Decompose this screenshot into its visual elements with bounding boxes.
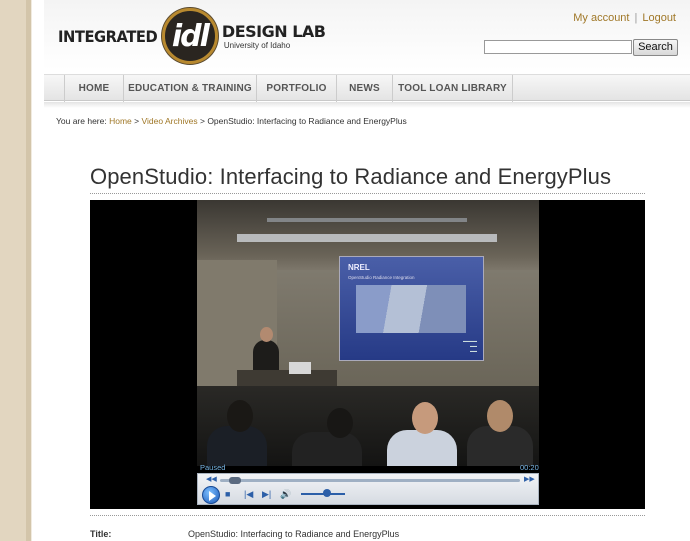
nav-item-tool-loan-library[interactable]: TOOL LOAN LIBRARY xyxy=(393,75,513,102)
breadcrumb-home-link[interactable]: Home xyxy=(109,116,132,126)
rewind-icon[interactable]: ◀◀ xyxy=(206,475,217,483)
main-nav: HOME EDUCATION & TRAINING PORTFOLIO NEWS… xyxy=(44,74,690,102)
breadcrumb: You are here: Home > Video Archives > Op… xyxy=(56,116,407,126)
seek-thumb[interactable] xyxy=(229,477,241,484)
breadcrumb-current: OpenStudio: Interfacing to Radiance and … xyxy=(207,116,407,126)
slide-caption-lines: ▬▬▬▬ ▬▬ ▬▬ xyxy=(463,339,477,353)
volume-icon[interactable]: 🔊 xyxy=(280,489,291,499)
fast-forward-icon[interactable]: ▶▶ xyxy=(524,475,535,483)
audience-member xyxy=(387,430,457,466)
my-account-link[interactable]: My account xyxy=(573,12,629,24)
volume-thumb[interactable] xyxy=(323,489,332,497)
nav-item-home[interactable]: HOME xyxy=(64,75,124,102)
next-icon[interactable]: ▶| xyxy=(262,489,271,499)
logo-mark: idl xyxy=(161,8,218,64)
playback-time: 00:20 xyxy=(520,463,539,472)
audience-member-head xyxy=(327,408,353,438)
nav-item-education-training[interactable]: EDUCATION & TRAINING xyxy=(124,75,257,102)
meta-divider xyxy=(90,515,645,516)
meta-title-value: OpenStudio: Interfacing to Radiance and … xyxy=(188,529,400,539)
slide-image xyxy=(356,285,466,333)
audience-member-head xyxy=(227,400,253,432)
video-player: NREL OpenStudio Radiance Integration ▬▬▬… xyxy=(90,200,645,509)
audience-member-head xyxy=(412,402,438,434)
breadcrumb-prefix: You are here: xyxy=(56,116,107,126)
account-separator: | xyxy=(634,12,638,24)
previous-icon[interactable]: |◀ xyxy=(244,489,253,499)
logo-right-block: DESIGN LAB University of Idaho xyxy=(222,22,326,50)
logout-link[interactable]: Logout xyxy=(642,12,676,24)
nav-shadow xyxy=(44,102,690,108)
site-header: INTEGRATED idl DESIGN LAB University of … xyxy=(44,0,690,70)
player-controls: ◀◀ ▶▶ ■ |◀ ▶| 🔊 xyxy=(197,473,539,505)
page: INTEGRATED idl DESIGN LAB University of … xyxy=(44,0,690,541)
stop-icon[interactable]: ■ xyxy=(225,489,230,499)
search-button[interactable]: Search xyxy=(633,39,678,56)
video-scene-audience xyxy=(197,386,539,466)
video-scene-light xyxy=(267,218,467,222)
audience-member xyxy=(292,432,362,466)
audience-member xyxy=(467,426,533,466)
slide-logo: NREL xyxy=(348,263,370,272)
audience-member xyxy=(207,426,267,466)
nav-item-news[interactable]: NEWS xyxy=(337,75,393,102)
video-scene-light xyxy=(237,234,497,242)
video-scene-projection-screen: NREL OpenStudio Radiance Integration ▬▬▬… xyxy=(339,256,484,361)
breadcrumb-separator: > xyxy=(134,116,140,126)
audience-member-head xyxy=(487,400,513,432)
breadcrumb-video-archives-link[interactable]: Video Archives xyxy=(142,116,198,126)
search-input[interactable] xyxy=(484,40,632,54)
video-frame[interactable]: NREL OpenStudio Radiance Integration ▬▬▬… xyxy=(197,200,539,466)
playback-state: Paused xyxy=(200,463,226,472)
seek-bar[interactable] xyxy=(220,479,520,482)
video-scene-laptop xyxy=(289,362,311,374)
logo-text-design-lab: DESIGN LAB xyxy=(221,22,326,41)
logo-tagline: University of Idaho xyxy=(223,41,291,50)
slide-heading: OpenStudio Radiance Integration xyxy=(348,275,415,280)
nav-item-portfolio[interactable]: PORTFOLIO xyxy=(257,75,337,102)
play-icon[interactable] xyxy=(202,486,220,504)
title-divider xyxy=(90,193,645,194)
logo-text-integrated: INTEGRATED xyxy=(58,26,158,46)
meta-title-label: Title: xyxy=(90,529,112,539)
logo-mark-text: idl xyxy=(171,18,210,54)
site-logo[interactable]: INTEGRATED idl DESIGN LAB University of … xyxy=(58,8,326,64)
page-title: OpenStudio: Interfacing to Radiance and … xyxy=(90,164,612,189)
account-links: My account | Logout xyxy=(573,12,676,24)
left-decorative-bar xyxy=(0,0,44,541)
breadcrumb-separator: > xyxy=(199,116,205,126)
